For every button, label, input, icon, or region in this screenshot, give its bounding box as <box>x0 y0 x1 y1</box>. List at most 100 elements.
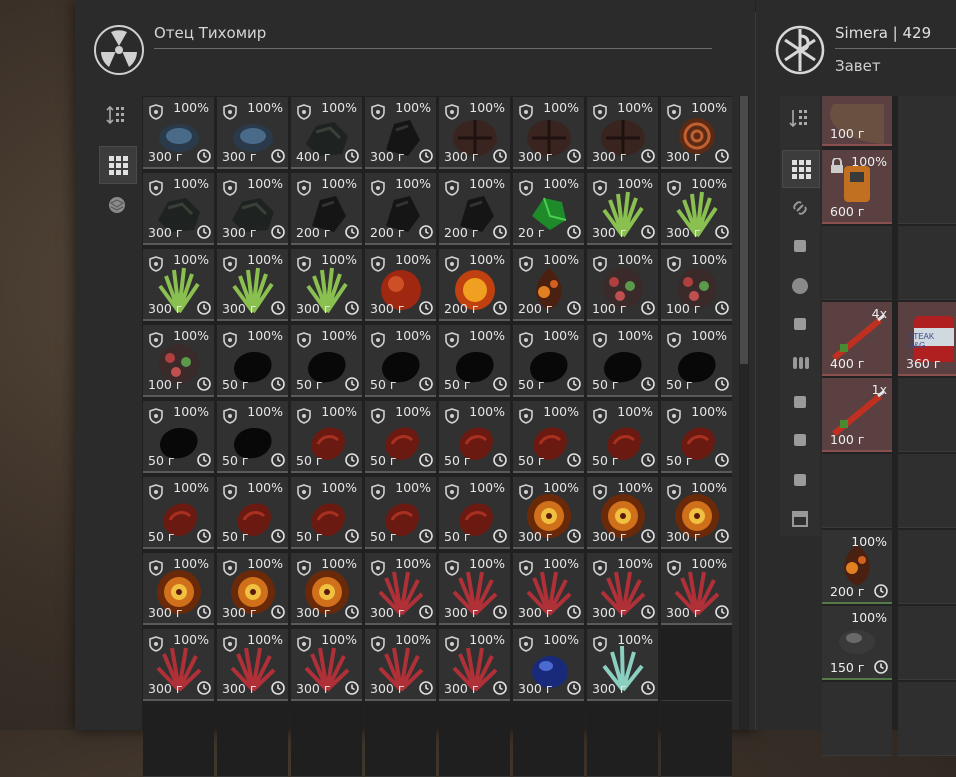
medkit-filter-button[interactable] <box>782 306 818 342</box>
inventory-slot[interactable]: 100% 50 г <box>365 401 436 473</box>
inventory-slot[interactable]: 100% 50 г <box>439 477 510 549</box>
inventory-slot[interactable]: 100% 300 г <box>439 97 510 169</box>
sort-filter-button[interactable] <box>782 100 818 136</box>
inventory-slot[interactable]: 100% 300 г <box>365 249 436 321</box>
inventory-slot[interactable]: 100% 300 г <box>587 97 658 169</box>
inventory-slot[interactable]: 100% 100 г <box>587 249 658 321</box>
player-item-slot[interactable]: 100 г <box>822 96 892 146</box>
item-price: 300 г <box>518 681 553 696</box>
inventory-slot[interactable]: 100% 50 г <box>217 477 288 549</box>
inventory-slot[interactable]: 100% 300 г <box>513 97 584 169</box>
item-price: 300 г <box>444 681 479 696</box>
inventory-slot[interactable]: 100% 200 г <box>365 173 436 245</box>
inventory-slot[interactable]: 100% 50 г <box>513 325 584 397</box>
inventory-slot[interactable]: 100% 300 г <box>513 629 584 701</box>
scroll-thumb[interactable] <box>740 96 748 364</box>
inventory-slot[interactable]: 100% 50 г <box>513 401 584 473</box>
inventory-slot[interactable]: 100% 300 г <box>291 629 362 701</box>
item-price: 50 г <box>444 377 471 392</box>
clock-icon <box>641 225 655 239</box>
inventory-slot[interactable]: 100% 50 г <box>291 325 362 397</box>
player-item-slot[interactable]: 1x 100 г <box>822 378 892 452</box>
inventory-slot[interactable]: 100% 300 г <box>661 97 732 169</box>
inventory-slot[interactable]: 100% 100 г <box>143 325 214 397</box>
inventory-slot[interactable]: 100% 200 г <box>439 249 510 321</box>
inventory-slot[interactable]: 100% 300 г <box>661 553 732 625</box>
inventory-slot[interactable]: 100% 300 г <box>217 173 288 245</box>
item-price: 300 г <box>296 681 331 696</box>
grid-filter-button[interactable] <box>782 150 820 188</box>
inventory-slot[interactable]: 100% 300 г <box>217 249 288 321</box>
inventory-slot[interactable]: 100% 300 г <box>439 629 510 701</box>
box-filter-button[interactable] <box>782 500 818 536</box>
inventory-slot[interactable]: 100% 300 г <box>365 629 436 701</box>
grid-view-button[interactable] <box>99 146 137 184</box>
player-item-slot[interactable]: STEAK D&G3360 г <box>898 302 956 376</box>
player-item-slot[interactable]: 100% 200 г <box>822 530 892 604</box>
inventory-slot[interactable]: 100% 50 г <box>143 477 214 549</box>
clock-icon <box>197 681 211 695</box>
inventory-slot[interactable]: 100% 300 г <box>143 249 214 321</box>
food-filter-button[interactable] <box>782 422 818 458</box>
inventory-slot[interactable]: 100% 300 г <box>143 97 214 169</box>
inventory-slot[interactable]: 100% 50 г <box>365 477 436 549</box>
trader-scrollbar[interactable] <box>739 96 749 730</box>
inventory-slot[interactable]: 100% 300 г <box>587 629 658 701</box>
inventory-slot[interactable]: 100% 300 г <box>587 477 658 549</box>
inventory-slot[interactable]: 100% 50 г <box>217 401 288 473</box>
tools-filter-button[interactable] <box>782 384 818 420</box>
artifact-icon <box>792 278 808 294</box>
inventory-slot[interactable]: 100% 300 г <box>661 477 732 549</box>
inventory-slot[interactable]: 100% 300 г <box>291 553 362 625</box>
inventory-slot[interactable]: 100% 50 г <box>365 325 436 397</box>
weapon-filter-button[interactable] <box>782 228 818 264</box>
player-item-slot[interactable]: 100% 600 г <box>822 150 892 224</box>
clock-icon <box>493 605 507 619</box>
item-condition: 4x <box>871 306 887 321</box>
inventory-slot[interactable]: 100% 300 г <box>587 553 658 625</box>
ruler-filter-button[interactable] <box>782 462 818 498</box>
inventory-slot[interactable]: 100% 400 г <box>291 97 362 169</box>
inventory-slot[interactable]: 100% 200 г <box>439 173 510 245</box>
inventory-slot[interactable]: 100% 300 г <box>513 553 584 625</box>
inventory-slot[interactable]: 100% 50 г <box>217 325 288 397</box>
ammo-filter-button[interactable] <box>782 344 818 380</box>
clock-icon <box>345 605 359 619</box>
inventory-slot[interactable]: 100% 50 г <box>143 401 214 473</box>
inventory-slot[interactable]: 100% 50 г <box>439 401 510 473</box>
inventory-slot[interactable]: 100% 300 г <box>587 173 658 245</box>
inventory-slot[interactable]: 100% 20 г <box>513 173 584 245</box>
clock-icon <box>197 225 211 239</box>
inventory-slot[interactable]: 100% 50 г <box>587 401 658 473</box>
inventory-slot[interactable]: 100% 50 г <box>291 401 362 473</box>
player-item-slot[interactable]: 100% 150 г <box>822 606 892 680</box>
inventory-slot[interactable]: 100% 300 г <box>439 553 510 625</box>
inventory-slot[interactable]: 100% 100 г <box>661 249 732 321</box>
item-condition: 100% <box>543 252 579 267</box>
inventory-slot[interactable]: 100% 300 г <box>143 553 214 625</box>
inventory-slot[interactable]: 100% 300 г <box>217 97 288 169</box>
inventory-slot[interactable]: 100% 300 г <box>365 97 436 169</box>
inventory-slot[interactable]: 100% 300 г <box>291 249 362 321</box>
inventory-slot[interactable]: 100% 300 г <box>143 173 214 245</box>
inventory-slot[interactable]: 100% 300 г <box>513 477 584 549</box>
item-price: 300 г <box>518 605 553 620</box>
inventory-slot[interactable]: 100% 50 г <box>587 325 658 397</box>
link-filter-button[interactable] <box>782 190 818 226</box>
inventory-slot[interactable]: 100% 50 г <box>439 325 510 397</box>
inventory-slot[interactable]: 100% 200 г <box>513 249 584 321</box>
inventory-slot <box>587 705 658 777</box>
inventory-slot[interactable]: 100% 300 г <box>217 553 288 625</box>
inventory-slot[interactable]: 100% 300 г <box>143 629 214 701</box>
inventory-slot[interactable]: 100% 300 г <box>217 629 288 701</box>
player-item-slot[interactable]: 4x 400 г <box>822 302 892 376</box>
inventory-slot[interactable]: 100% 50 г <box>661 325 732 397</box>
inventory-slot[interactable]: 100% 50 г <box>291 477 362 549</box>
inventory-slot[interactable]: 100% 200 г <box>291 173 362 245</box>
inventory-slot[interactable]: 100% 300 г <box>661 173 732 245</box>
artifact-filter-button[interactable] <box>782 268 818 304</box>
inventory-slot[interactable]: 100% 300 г <box>365 553 436 625</box>
inventory-slot[interactable]: 100% 50 г <box>661 401 732 473</box>
sort-button[interactable] <box>99 97 135 133</box>
artifacts-filter-button[interactable] <box>99 187 135 223</box>
